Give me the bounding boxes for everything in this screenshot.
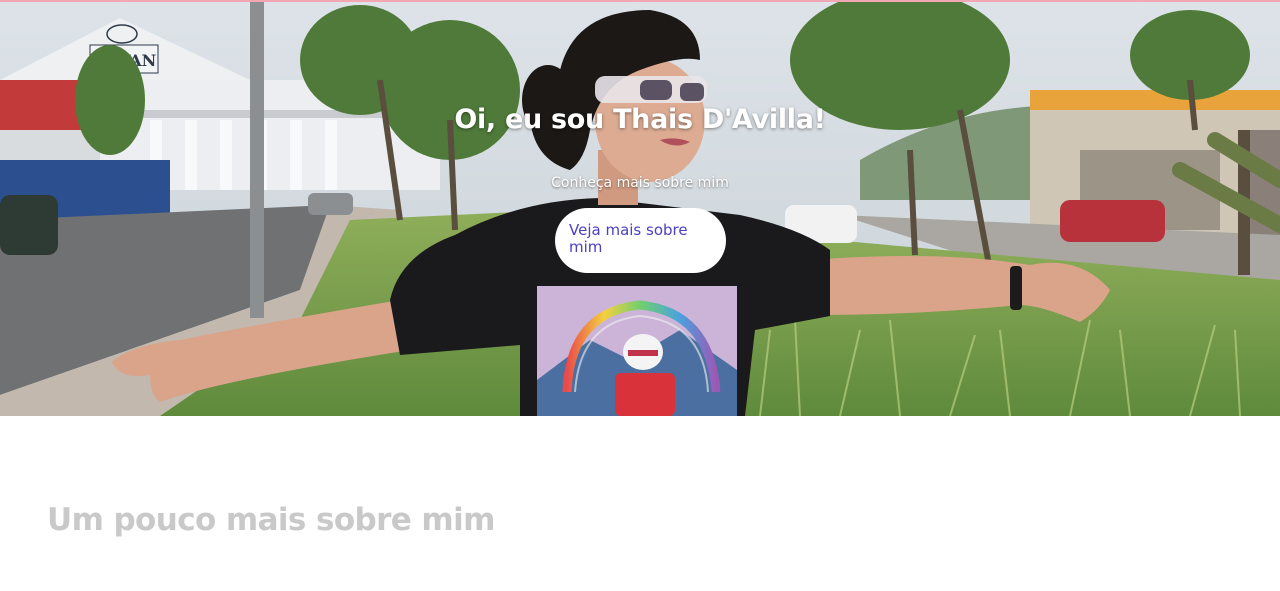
about-section-heading: Um pouco mais sobre mim (47, 502, 495, 538)
top-accent-line (0, 0, 1280, 2)
see-more-about-me-button[interactable]: Veja mais sobre mim (555, 208, 726, 273)
hero-subtitle: Conheça mais sobre mim (551, 175, 729, 191)
hero-section: HAVAN (0, 0, 1280, 416)
hero-title: Oi, eu sou Thais D'Avilla! (454, 104, 826, 135)
